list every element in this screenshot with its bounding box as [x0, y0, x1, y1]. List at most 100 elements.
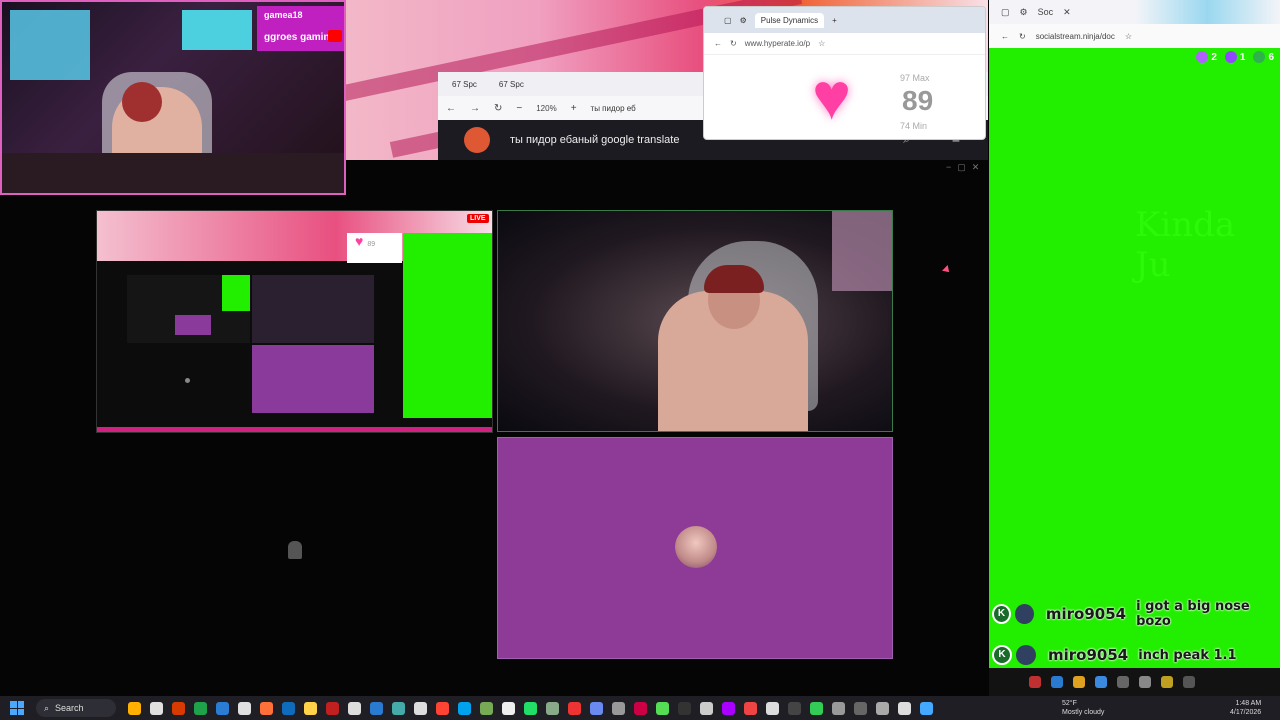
- pulse-display: ♥ 97 Max 89 74 Min: [704, 55, 985, 139]
- taskbar-app-icon[interactable]: [370, 701, 383, 715]
- tab-pulse[interactable]: Pulse Dynamics: [754, 12, 825, 28]
- taskbar-app-icon[interactable]: [414, 701, 427, 715]
- tray-overflow: [989, 668, 1280, 696]
- taskbar-app-icon[interactable]: [788, 701, 801, 715]
- back-icon[interactable]: ←: [1001, 32, 1009, 41]
- tab-soc[interactable]: Soc: [1038, 7, 1054, 17]
- taskbar-app-icon[interactable]: [898, 701, 911, 715]
- forward-icon[interactable]: →: [470, 103, 480, 114]
- tab[interactable]: 67 Spc: [493, 78, 530, 91]
- back-icon[interactable]: ←: [714, 39, 722, 48]
- chat-green-screen: [989, 48, 1280, 668]
- heart-rate-window[interactable]: ▢ ⚙ Pulse Dynamics + ← ↻ www.hyperate.io…: [703, 6, 986, 140]
- kick-icon: [1196, 51, 1209, 63]
- chat-username: miro9054: [1045, 605, 1127, 623]
- taskbar-search[interactable]: ⌕ Search: [36, 699, 116, 717]
- search-query[interactable]: ты пидор ебаный google translate: [510, 134, 679, 146]
- star-icon[interactable]: ☆: [1125, 32, 1132, 41]
- tray-icon[interactable]: [1161, 676, 1173, 688]
- taskbar-app-icon[interactable]: [546, 701, 559, 715]
- taskbar-app-icon[interactable]: [194, 701, 207, 715]
- chat-icon[interactable]: [1051, 676, 1063, 688]
- star-icon[interactable]: ☆: [818, 39, 825, 48]
- tab-icon[interactable]: ⚙: [1020, 7, 1028, 18]
- tab-icon[interactable]: ▢: [1001, 7, 1010, 18]
- reload-icon[interactable]: ↻: [1019, 32, 1026, 41]
- taskbar-app-icon[interactable]: [128, 701, 141, 715]
- tray-icon[interactable]: [1117, 676, 1129, 688]
- monitor-left: [10, 10, 90, 80]
- viewer-counters: 2 1 6: [989, 48, 1280, 66]
- taskbar-app-icon[interactable]: [502, 701, 515, 715]
- pause-icon[interactable]: [1029, 676, 1041, 688]
- taskbar-app-icon[interactable]: [216, 701, 229, 715]
- green-counter: 6: [1253, 51, 1274, 63]
- back-icon[interactable]: ←: [446, 103, 456, 114]
- tray-icon[interactable]: [1139, 676, 1151, 688]
- streamer-handle: gamea18: [264, 10, 303, 20]
- taskbar-app-icon[interactable]: [656, 701, 669, 715]
- taskbar-app-icon[interactable]: [744, 701, 757, 715]
- taskbar-app-icon[interactable]: [524, 701, 537, 715]
- taskbar-app-icon[interactable]: [678, 701, 691, 715]
- monitor-right: [182, 10, 252, 50]
- bell-icon[interactable]: [1073, 676, 1085, 688]
- taskbar-app-icon[interactable]: [766, 701, 779, 715]
- tab-icon[interactable]: ⚙: [740, 16, 747, 25]
- taskbar-app-icon[interactable]: [920, 701, 933, 715]
- url-text[interactable]: socialstream.ninja/doc: [1036, 32, 1115, 41]
- taskbar-app-icon[interactable]: [876, 701, 889, 715]
- address-text[interactable]: ты пидор еб: [591, 104, 636, 113]
- chat-text: i got a big nose bozo: [1136, 599, 1250, 629]
- zoom-in-icon[interactable]: +: [571, 103, 577, 114]
- tab-icon[interactable]: ▢: [724, 16, 732, 25]
- url-text[interactable]: www.hyperate.io/p: [745, 39, 810, 48]
- taskbar-app-icon[interactable]: [700, 701, 713, 715]
- clock[interactable]: 1:48 AM 4/17/2026: [1230, 699, 1261, 717]
- window-controls[interactable]: −▢✕: [946, 162, 985, 173]
- taskbar-app-icon[interactable]: [238, 701, 251, 715]
- nested-stream-capture: LIVE ♥ 89: [96, 210, 493, 433]
- taskbar-app-icon[interactable]: [810, 701, 823, 715]
- kick-green-icon: [1253, 51, 1266, 63]
- room-window: [832, 211, 892, 291]
- taskbar-app-icon[interactable]: [348, 701, 361, 715]
- zoom-out-icon[interactable]: −: [516, 103, 522, 114]
- start-icon[interactable]: [10, 701, 24, 715]
- streamer-hair: [704, 265, 764, 293]
- taskbar-app-icon[interactable]: [590, 701, 603, 715]
- kick-counter: 2: [1196, 51, 1217, 63]
- taskbar-app-icon[interactable]: [722, 701, 735, 715]
- taskbar-app-icon[interactable]: [304, 701, 317, 715]
- taskbar-app-icon[interactable]: [634, 701, 647, 715]
- weather-widget[interactable]: 52°F Mostly cloudy: [1062, 699, 1104, 717]
- taskbar-app-icon[interactable]: [458, 701, 471, 715]
- twitch-icon: [1224, 51, 1237, 63]
- chat-username: miro9054: [1048, 646, 1129, 664]
- nested-inner-capture: [127, 275, 250, 343]
- taskbar-app-icon[interactable]: [282, 701, 295, 715]
- avatar-tile: [497, 437, 893, 659]
- tab[interactable]: 67 Spc: [446, 78, 483, 91]
- tray-icon[interactable]: [1183, 676, 1195, 688]
- taskbar-app-icon[interactable]: [612, 701, 625, 715]
- taskbar-app-icon[interactable]: [172, 701, 185, 715]
- current-bpm: 89: [902, 85, 934, 116]
- taskbar-app-icon[interactable]: [150, 701, 163, 715]
- filter-icon[interactable]: [1095, 676, 1107, 688]
- nested-heart-widget: ♥ 89: [347, 233, 402, 263]
- reload-icon[interactable]: ↻: [730, 39, 737, 48]
- youtube-icon: [328, 30, 342, 42]
- taskbar-app-icon[interactable]: [326, 701, 339, 715]
- reload-icon[interactable]: ↻: [494, 103, 502, 114]
- new-tab-icon[interactable]: +: [832, 16, 837, 25]
- taskbar-app-icon[interactable]: [854, 701, 867, 715]
- close-icon[interactable]: ✕: [1063, 7, 1071, 18]
- taskbar-app-icon[interactable]: [436, 701, 449, 715]
- chat-browser-window[interactable]: ▢ ⚙ Soc ✕ ← ↻ socialstream.ninja/doc ☆: [989, 0, 1280, 48]
- taskbar-app-icon[interactable]: [832, 701, 845, 715]
- taskbar-app-icon[interactable]: [392, 701, 405, 715]
- taskbar-app-icon[interactable]: [480, 701, 493, 715]
- taskbar-app-icon[interactable]: [568, 701, 581, 715]
- taskbar-app-icon[interactable]: [260, 701, 273, 715]
